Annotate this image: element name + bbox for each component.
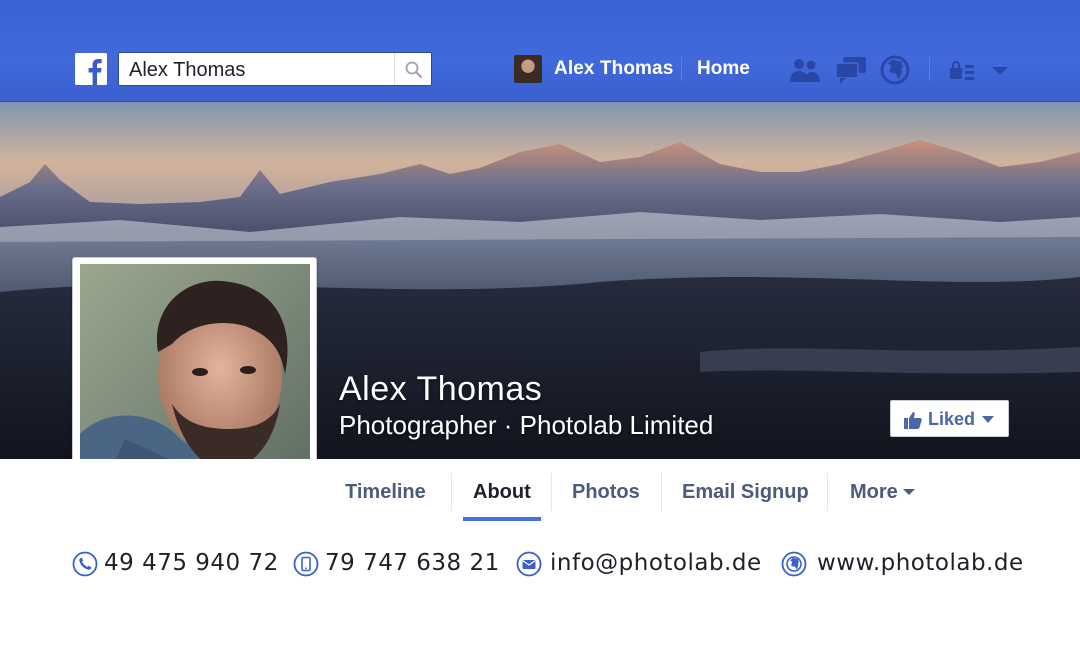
notifications-globe-icon[interactable] <box>879 54 913 86</box>
profile-subtitle: Photographer · Photolab Limited <box>339 410 714 440</box>
nav-home-link[interactable]: Home <box>697 58 750 80</box>
active-tab-indicator <box>463 517 541 521</box>
liked-label: Liked <box>928 409 976 429</box>
globe-icon <box>781 551 807 577</box>
nav-profile-name-link[interactable]: Alex Thomas <box>554 58 673 80</box>
contact-mobile[interactable]: 79 747 638 21 <box>325 550 500 576</box>
tab-divider <box>551 473 552 511</box>
email-icon <box>516 551 542 577</box>
tab-divider <box>661 473 662 511</box>
search-box <box>118 52 432 86</box>
nav-divider <box>681 57 682 81</box>
contact-email[interactable]: info@photolab.de <box>550 550 762 576</box>
chevron-down-icon <box>982 416 994 423</box>
tab-divider <box>451 473 452 511</box>
more-caret-icon[interactable] <box>903 488 915 496</box>
contact-phone[interactable]: 49 475 940 72 <box>104 550 279 576</box>
search-button[interactable] <box>394 53 431 85</box>
tab-more[interactable]: More <box>850 481 898 504</box>
profile-name: Alex Thomas <box>339 370 543 408</box>
nav-divider <box>929 57 930 81</box>
top-navigation-bar: Alex Thomas Home <box>0 0 1080 102</box>
tab-timeline[interactable]: Timeline <box>345 481 426 504</box>
mobile-phone-icon <box>293 551 319 577</box>
search-icon <box>405 61 422 78</box>
tab-photos[interactable]: Photos <box>572 481 640 504</box>
nav-avatar[interactable] <box>514 55 542 83</box>
messages-icon[interactable] <box>834 54 868 86</box>
privacy-shortcuts-icon[interactable] <box>948 54 982 86</box>
thumbs-up-icon <box>904 412 922 429</box>
search-input[interactable] <box>119 53 395 85</box>
profile-tabs: Timeline About Photos Email Signup More <box>0 459 1080 523</box>
tab-about[interactable]: About <box>473 481 531 504</box>
account-menu-caret-icon[interactable] <box>990 54 1024 86</box>
liked-button[interactable]: Liked <box>890 400 1009 437</box>
tab-divider <box>827 473 828 511</box>
phone-icon <box>72 551 98 577</box>
contact-website[interactable]: www.photolab.de <box>817 550 1024 576</box>
facebook-f-icon[interactable] <box>75 53 107 85</box>
friend-requests-icon[interactable] <box>788 54 822 86</box>
tab-email-signup[interactable]: Email Signup <box>682 481 809 504</box>
